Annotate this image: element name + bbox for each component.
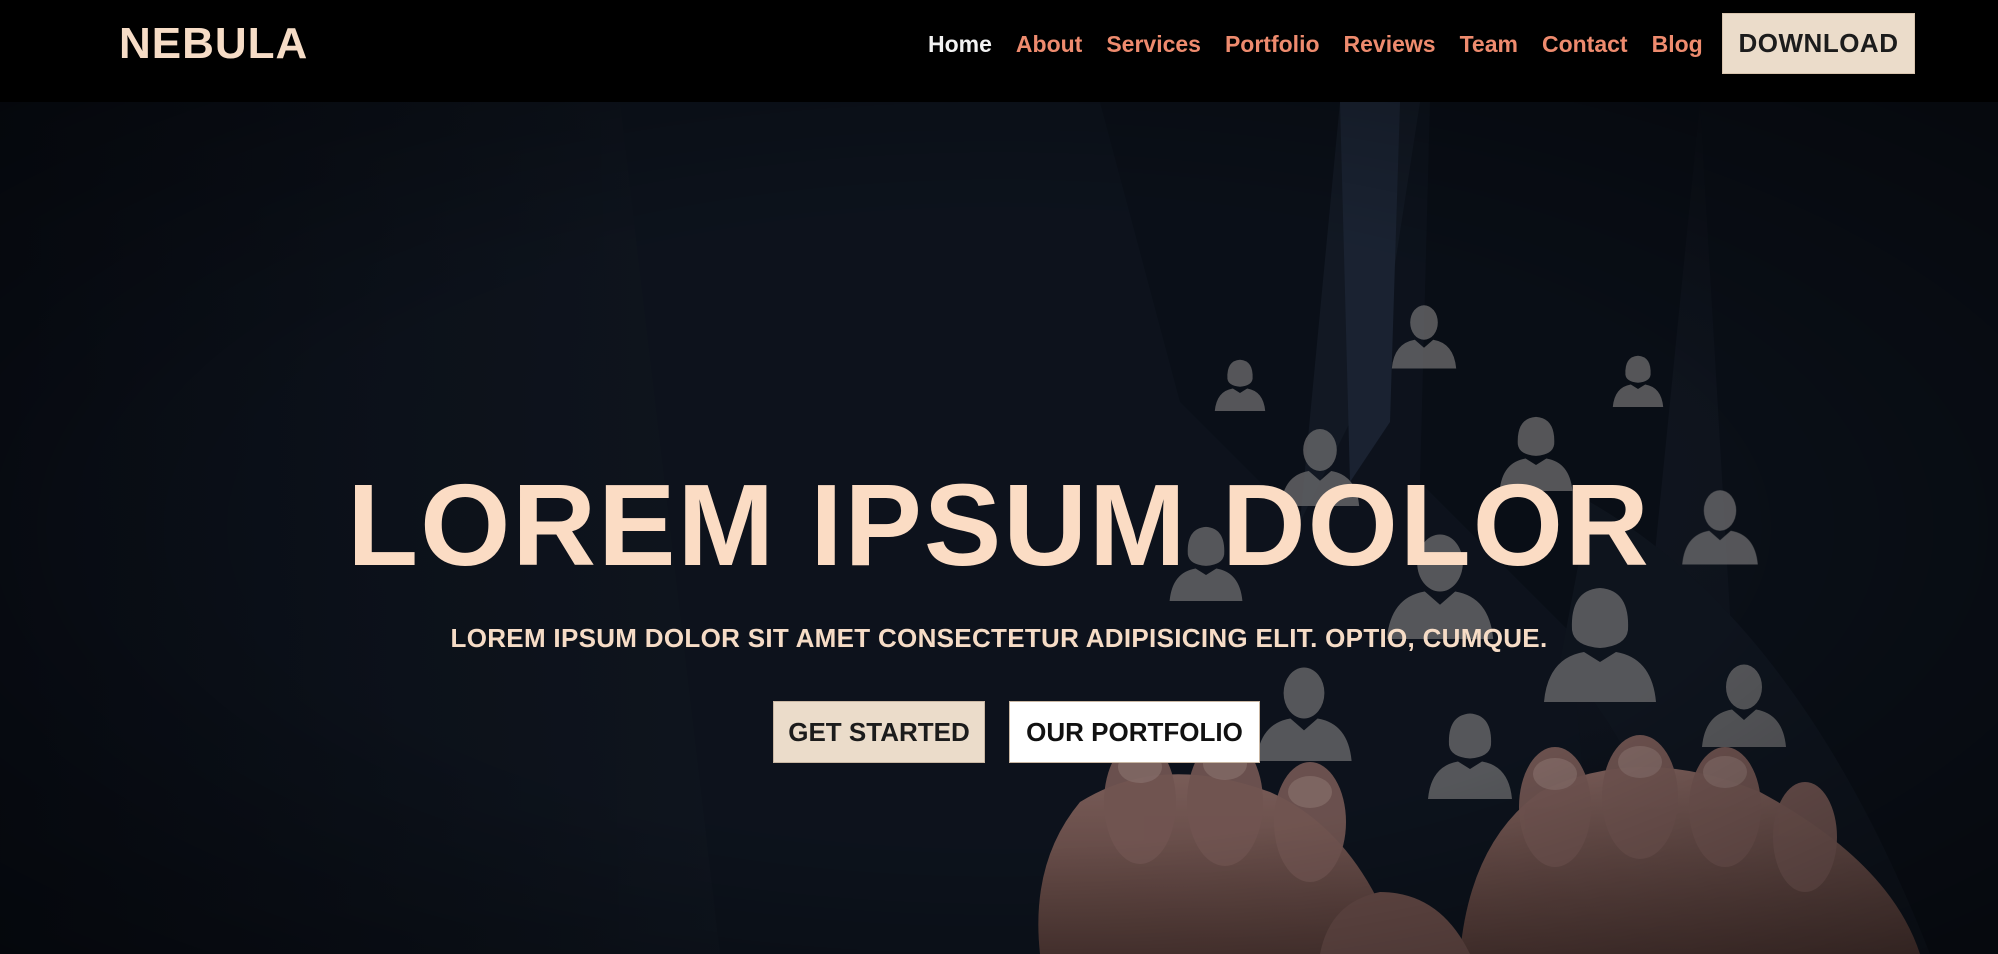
nav-home[interactable]: Home [928, 26, 992, 62]
hero-subtitle: LOREM IPSUM DOLOR SIT AMET CONSECTETUR A… [450, 623, 1548, 653]
nav-blog[interactable]: Blog [1652, 26, 1703, 62]
nav-services[interactable]: Services [1106, 26, 1201, 62]
nav-team[interactable]: Team [1460, 26, 1518, 62]
download-button[interactable]: DOWNLOAD [1722, 13, 1915, 74]
main-nav: Home About Services Portfolio Reviews Te… [928, 26, 1703, 62]
hero-section: LOREM IPSUM DOLOR LOREM IPSUM DOLOR SIT … [0, 102, 1998, 954]
hero-title: LOREM IPSUM DOLOR [347, 460, 1651, 590]
nav-portfolio[interactable]: Portfolio [1225, 26, 1320, 62]
nav-about[interactable]: About [1016, 26, 1082, 62]
top-navbar: NEBULA Home About Services Portfolio Rev… [0, 0, 1998, 102]
get-started-button[interactable]: GET STARTED [773, 701, 985, 763]
nav-contact[interactable]: Contact [1542, 26, 1628, 62]
nav-reviews[interactable]: Reviews [1344, 26, 1436, 62]
our-portfolio-button[interactable]: OUR PORTFOLIO [1009, 701, 1260, 763]
brand-logo[interactable]: NEBULA [119, 18, 308, 70]
